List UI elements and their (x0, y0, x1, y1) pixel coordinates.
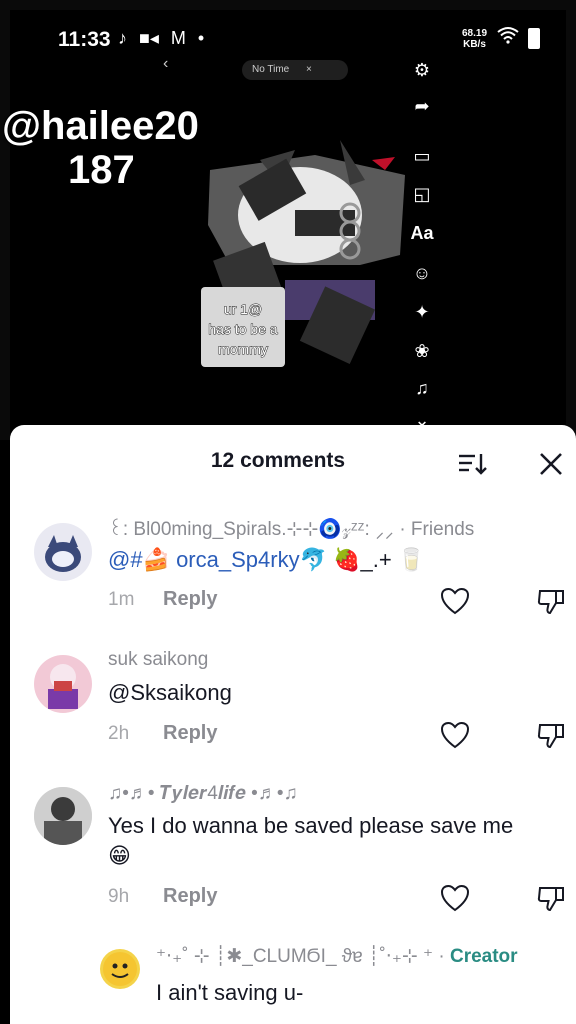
video-icon: ■◂ (139, 28, 159, 48)
close-icon[interactable] (538, 451, 564, 477)
sticker-line: ur 1@ (223, 301, 263, 318)
text-icon[interactable]: Aa (404, 223, 440, 244)
comment-username[interactable]: ꒰: Bl00ming_Spirals.⊹⊹🧿𝓏ᶻᶻ: ⸝⸝ · Friends (108, 515, 474, 541)
heart-icon[interactable] (440, 721, 470, 749)
crop-icon[interactable]: ▭ (404, 146, 440, 167)
avatar[interactable] (34, 655, 92, 713)
comment-text: I ain't saving u- (156, 980, 304, 1005)
status-bar: 11:33 ♪ ■◂ M • 68.19 KB/s (0, 0, 576, 70)
notification-icons: ♪ ■◂ M • (118, 28, 204, 49)
dislike-icon[interactable] (536, 721, 566, 749)
comment-username[interactable]: suk saikong (108, 649, 208, 671)
comment-item: suk saikong @Sksaikong 2h Reply (10, 647, 576, 767)
sticker-line: has to be a (208, 321, 278, 338)
comments-title: 12 comments (210, 449, 346, 472)
share-icon[interactable]: ➦ (404, 96, 440, 117)
comment-time: 9h (108, 886, 130, 907)
comment-text: @#🍰 orca_Sp4rky🐬 🍓_.+ 🥛 (108, 547, 425, 573)
reply-button[interactable]: Reply (163, 588, 217, 611)
handle-line: 187 (67, 147, 136, 193)
mention-link[interactable]: @#🍰 orca_Sp4rky🐬 (108, 547, 327, 572)
voice-icon[interactable]: ♫ (404, 378, 440, 399)
heart-icon[interactable] (440, 884, 470, 912)
dislike-icon[interactable] (536, 587, 566, 615)
net-speed-value: 68.19 (462, 28, 488, 39)
reply-button[interactable]: Reply (163, 722, 217, 745)
sort-icon[interactable] (457, 451, 487, 477)
comment-text: Yes I do wanna be saved please save me (108, 813, 514, 838)
creator-badge: Creator (449, 946, 518, 967)
gmail-icon: M (170, 28, 186, 48)
heart-icon[interactable] (440, 587, 470, 615)
filters-icon[interactable]: ❀ (404, 341, 440, 362)
dislike-icon[interactable] (536, 884, 566, 912)
sticker-icon[interactable]: ◱ (404, 184, 440, 205)
editor-toolbar: ⚙ ➦ ▭ ◱ Aa ☺ ✦ ❀ ♫ ⌄ (404, 60, 440, 440)
comment-time: 2h (108, 723, 130, 744)
emoji-icon[interactable]: ☺ (404, 263, 440, 284)
comment-item: ꒰: Bl00ming_Spirals.⊹⊹🧿𝓏ᶻᶻ: ⸝⸝ · Friends… (10, 513, 576, 633)
wifi-icon (497, 26, 519, 49)
effects-icon[interactable]: ✦ (404, 302, 440, 323)
battery-icon (528, 28, 540, 49)
avatar[interactable] (34, 523, 92, 581)
clock: 11:33 (58, 28, 111, 51)
comment-text: @Sksaikong (108, 680, 232, 705)
net-speed-unit: KB/s (463, 39, 486, 50)
comment-emoji: 😁 (108, 843, 131, 868)
comment-text-rest: 🍓_.+ 🥛 (333, 547, 426, 572)
avatar[interactable] (34, 787, 92, 845)
dot-icon: • (197, 28, 205, 48)
video-player[interactable]: ‹ No Time × ur 1@ has to be a mommy ⚙ ➦ … (0, 0, 576, 440)
creator-handle-watermark: @hailee20 187 (1, 103, 200, 193)
comment-username[interactable]: ⁺‧₊˚ ⊹ ┊✱_CLUMϬI_ ϑɐ ┊˚‧₊⊹ ⁺ · (156, 946, 445, 967)
comment-item: ♫•♬• 𝑻𝒚𝒍𝒆𝒓4𝒍𝒊𝒇𝒆 •♬•♫ Yes I do wanna be s… (10, 781, 576, 931)
tiktok-icon: ♪ (118, 28, 127, 48)
comment-username[interactable]: ♫•♬• 𝑻𝒚𝒍𝒆𝒓4𝒍𝒊𝒇𝒆 •♬•♫ (108, 783, 298, 805)
network-speed: 68.19 KB/s (462, 28, 487, 50)
comments-sheet: 12 comments ꒰: Bl00ming_Spirals.⊹⊹🧿𝓏ᶻᶻ: … (10, 425, 576, 1024)
comment-time: 1m (108, 589, 135, 610)
comment-header: ⁺‧₊˚ ⊹ ┊✱_CLUMϬI_ ϑɐ ┊˚‧₊⊹ ⁺ · Creator (156, 945, 518, 968)
avatar[interactable] (100, 949, 140, 989)
sticker-line: mommy (218, 341, 269, 358)
text-sticker[interactable]: ur 1@ has to be a mommy (201, 287, 285, 367)
handle-line: @hailee20 (1, 103, 200, 149)
comment-reply-item: ⁺‧₊˚ ⊹ ┊✱_CLUMϬI_ ϑɐ ┊˚‧₊⊹ ⁺ · Creator I… (10, 943, 576, 1024)
reply-button[interactable]: Reply (163, 885, 217, 908)
